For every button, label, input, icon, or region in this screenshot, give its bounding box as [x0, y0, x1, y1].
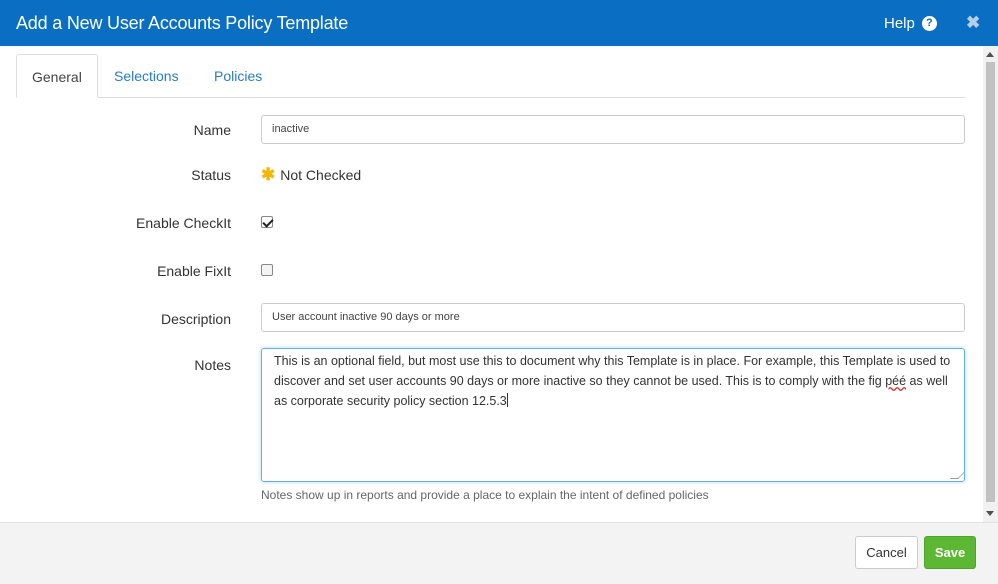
- close-icon[interactable]: ✖: [966, 13, 980, 33]
- name-input[interactable]: inactive: [261, 115, 965, 144]
- scroll-thumb[interactable]: [986, 62, 995, 502]
- help-label: Help: [884, 15, 915, 32]
- description-input[interactable]: User account inactive 90 days or more: [261, 303, 965, 332]
- tab-selections[interactable]: Selections: [114, 54, 179, 98]
- vertical-scrollbar[interactable]: [983, 46, 998, 522]
- status-value: ✱ Not Checked: [261, 165, 362, 184]
- tab-bar: General Selections Policies: [16, 54, 965, 98]
- tab-general[interactable]: General: [16, 54, 98, 98]
- notes-text-before: This is an optional field, but most use …: [274, 354, 951, 388]
- notes-hint: Notes show up in reports and provide a p…: [261, 488, 709, 502]
- status-label: Status: [191, 167, 231, 183]
- cancel-button[interactable]: Cancel: [855, 536, 918, 569]
- notes-misspelled-word: péé: [885, 374, 907, 388]
- dialog-title: Add a New User Accounts Policy Template: [16, 13, 349, 33]
- scroll-down-icon[interactable]: [986, 511, 994, 516]
- notes-textarea[interactable]: This is an optional field, but most use …: [261, 348, 965, 482]
- dialog-footer: Cancel Save: [0, 522, 998, 584]
- name-label: Name: [193, 122, 231, 138]
- help-button[interactable]: Help ?: [884, 15, 937, 32]
- enable-fixit-checkbox[interactable]: [261, 264, 273, 276]
- enable-checkit-label: Enable CheckIt: [136, 215, 231, 231]
- save-button[interactable]: Save: [924, 536, 976, 569]
- dialog-header: Add a New User Accounts Policy Template …: [0, 0, 998, 46]
- notes-label: Notes: [194, 357, 231, 373]
- enable-fixit-label: Enable FixIt: [157, 263, 231, 279]
- status-text: Not Checked: [280, 167, 362, 183]
- scroll-up-icon[interactable]: [986, 52, 994, 57]
- text-caret: [506, 393, 508, 407]
- tab-policies[interactable]: Policies: [214, 54, 262, 98]
- question-circle-icon: ?: [921, 16, 937, 31]
- dialog-body: General Selections Policies Name inactiv…: [0, 46, 998, 522]
- description-label: Description: [160, 311, 231, 327]
- resize-grip-icon[interactable]: [950, 471, 964, 479]
- enable-checkit-checkbox[interactable]: [261, 216, 273, 228]
- asterisk-icon: ✱: [261, 165, 276, 184]
